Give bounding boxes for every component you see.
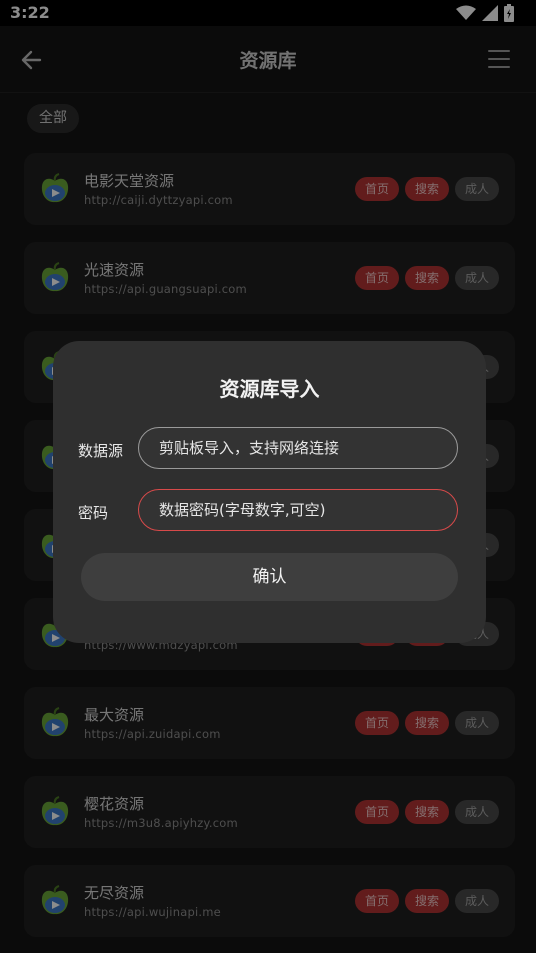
import-dialog: 资源库导入 数据源 剪贴板导入，支持网络连接 密码 数据密码(字母数字,可空) … [53,341,486,643]
source-input[interactable]: 剪贴板导入，支持网络连接 [138,427,458,469]
source-label: 数据源 [78,442,124,460]
dialog-title: 资源库导入 [219,377,320,401]
confirm-button[interactable]: 确认 [81,553,458,601]
password-input[interactable]: 数据密码(字母数字,可空) [138,489,458,531]
password-label: 密码 [78,504,109,522]
